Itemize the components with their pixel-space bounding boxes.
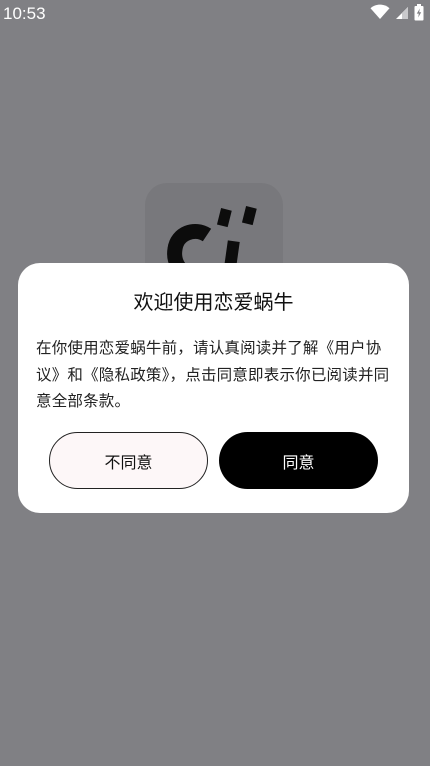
dialog-body-text: 在你使用恋爱蜗牛前，请认真阅读并了解《用户协议》和《隐私政策》，点击同意即表示你… bbox=[36, 339, 390, 410]
cellular-signal-icon bbox=[395, 5, 409, 24]
status-icons bbox=[370, 3, 424, 25]
disagree-button[interactable]: 不同意 bbox=[49, 432, 208, 489]
dialog-title: 欢迎使用恋爱蜗牛 bbox=[133, 290, 294, 314]
consent-dialog: 欢迎使用恋爱蜗牛 在你使用恋爱蜗牛前，请认真阅读并了解《用户协议》和《隐私政策》… bbox=[18, 263, 409, 513]
status-time: 10:53 bbox=[3, 4, 46, 23]
agree-button[interactable]: 同意 bbox=[219, 432, 378, 489]
status-bar: 10:53 bbox=[0, 0, 430, 30]
wifi-icon bbox=[370, 4, 390, 24]
battery-icon bbox=[414, 3, 424, 25]
